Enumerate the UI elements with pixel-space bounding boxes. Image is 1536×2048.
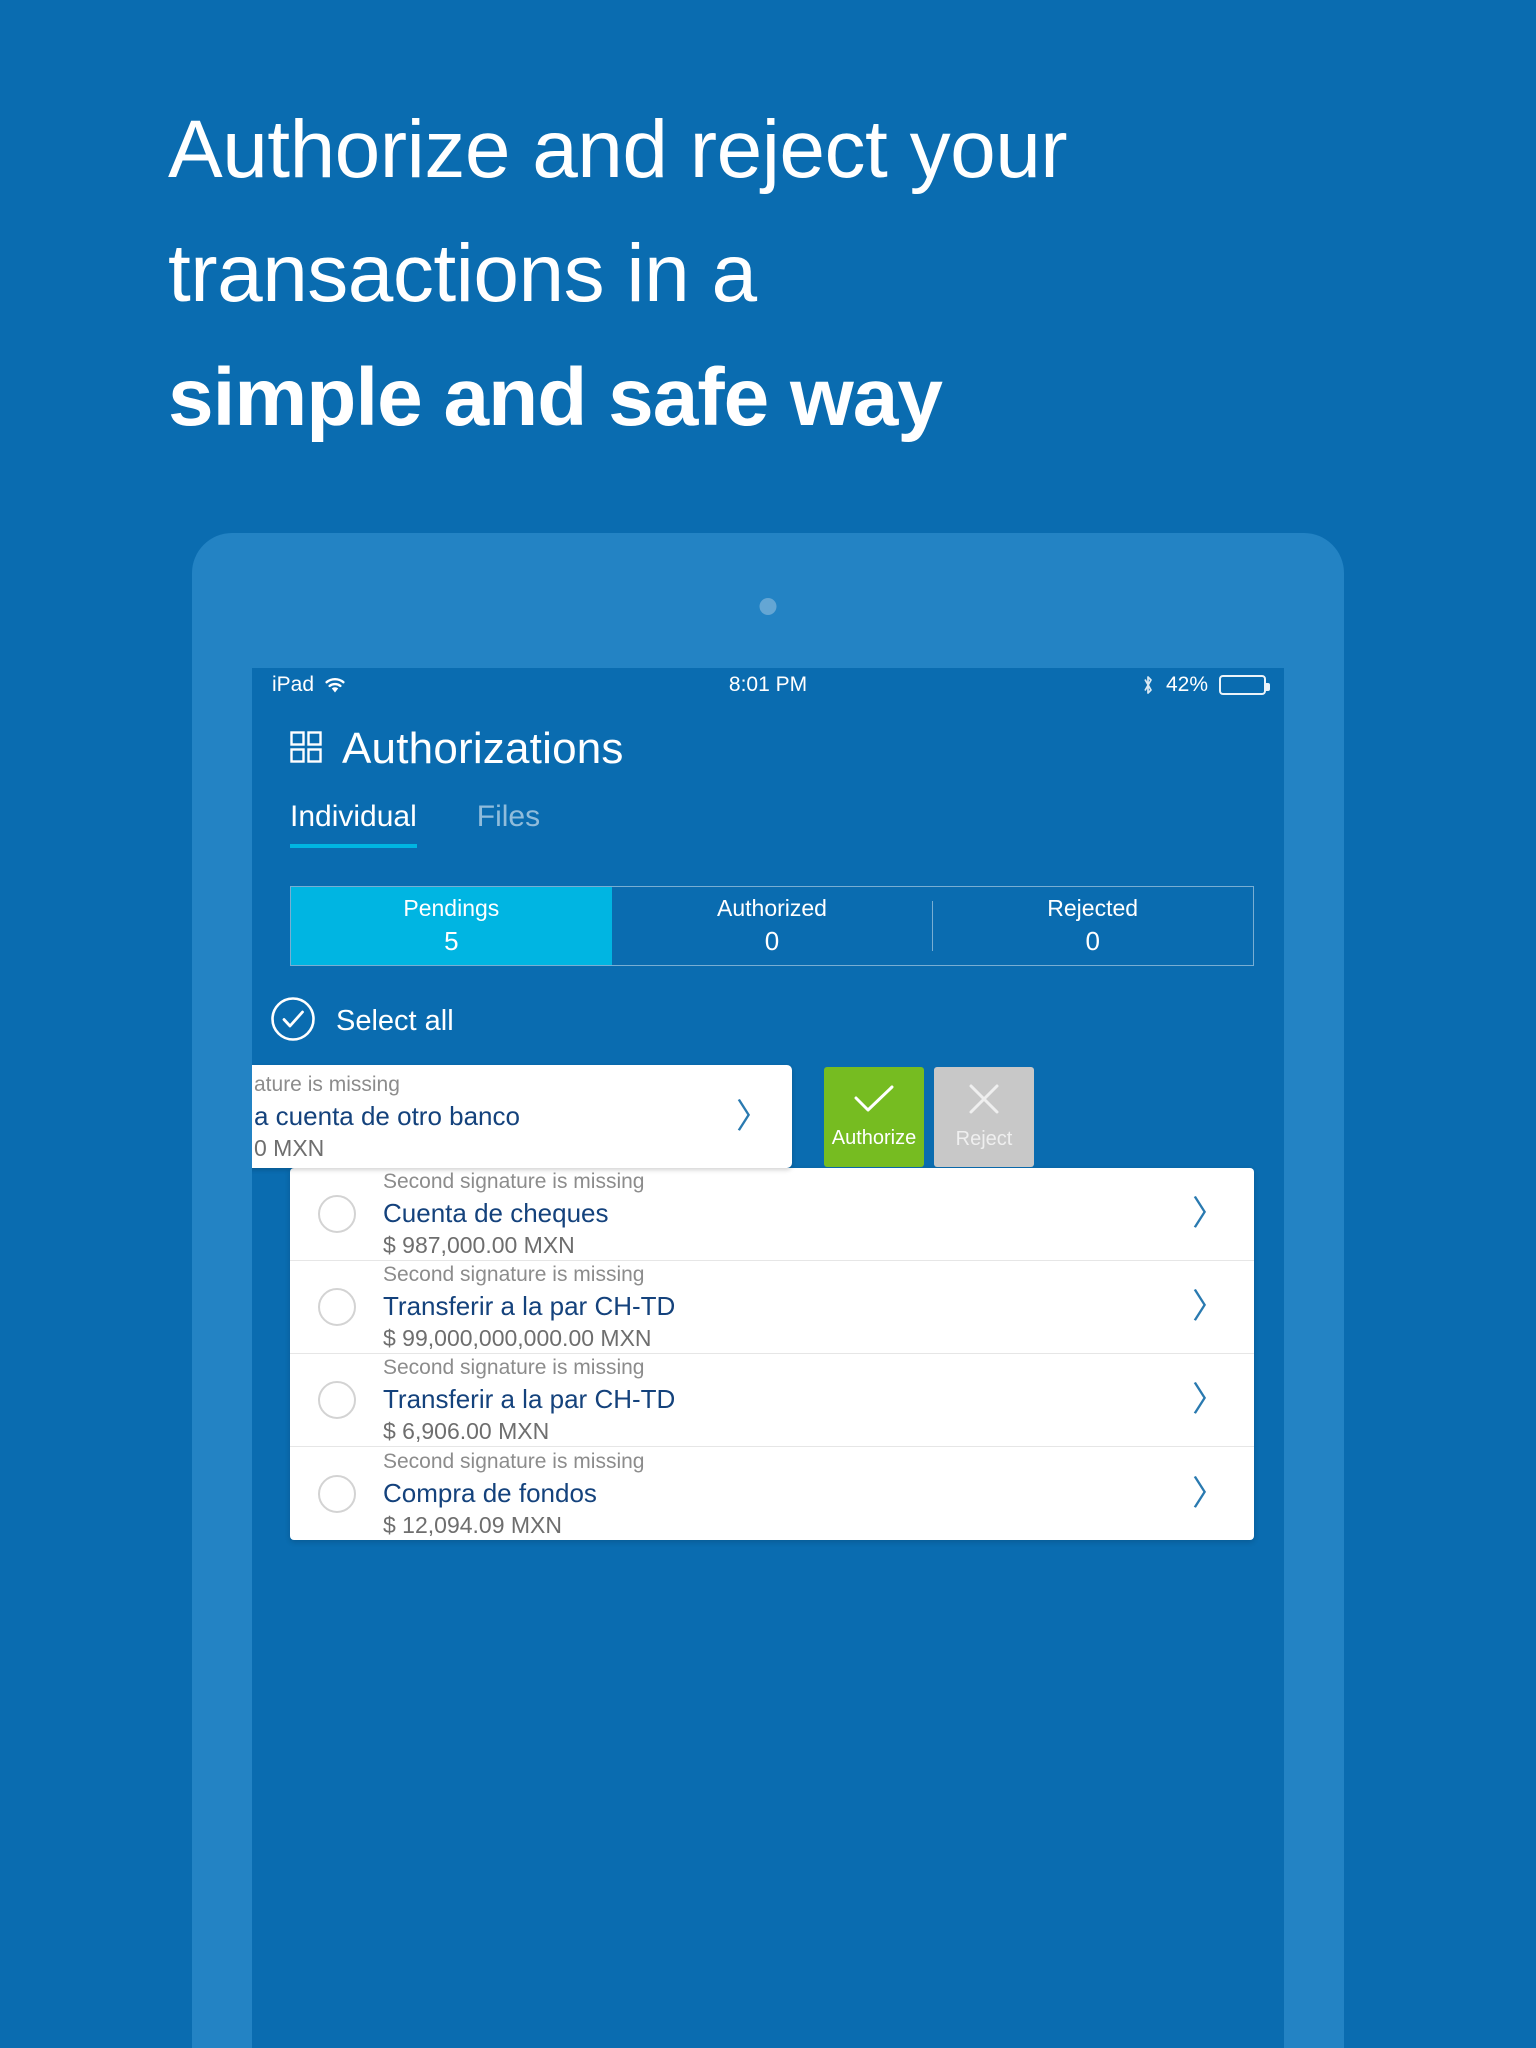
reject-button-label: Reject <box>955 1128 1013 1150</box>
authorize-button[interactable]: Authorize <box>824 1067 924 1167</box>
ipad-screen: iPad 8:01 PM 42% Authorizations Individu… <box>252 668 1284 2048</box>
check-circle-icon <box>270 996 316 1047</box>
swipe-action-buttons: Authorize Reject <box>824 1067 1034 1167</box>
transaction-status: Second signature is missing <box>383 1449 645 1473</box>
swiped-transaction-row: ature is missing a cuenta de otro banco … <box>252 1065 1284 1168</box>
segment-authorized-count: 0 <box>764 926 780 956</box>
page-title-row: Authorizations <box>290 724 1284 774</box>
segment-pendings-label: Pendings <box>403 895 500 921</box>
swiped-row-status: ature is missing <box>254 1072 400 1096</box>
segment-rejected-label: Rejected <box>1047 895 1139 921</box>
transaction-title: Transferir a la par CH-TD <box>383 1291 676 1321</box>
swiped-row-amount: 0 MXN <box>254 1134 325 1161</box>
swiped-row-title: a cuenta de otro banco <box>254 1100 520 1131</box>
table-row[interactable]: Second signature is missing Transferir a… <box>290 1261 1254 1354</box>
segment-rejected-count: 0 <box>1085 926 1100 956</box>
ipad-device-frame: iPad 8:01 PM 42% Authorizations Individu… <box>192 533 1344 2048</box>
tab-individual[interactable]: Individual <box>290 800 417 848</box>
transaction-details: Second signature is missing Cuenta de ch… <box>383 1169 1192 1259</box>
reject-button[interactable]: Reject <box>934 1067 1034 1167</box>
transaction-amount: $ 12,094.09 MXN <box>383 1511 563 1538</box>
promo-headline: Authorize and reject your transactions i… <box>168 88 1318 460</box>
chevron-right-icon[interactable]: 〉 <box>736 1100 770 1134</box>
segment-pendings[interactable]: Pendings 5 <box>291 887 612 965</box>
transaction-title: Transferir a la par CH-TD <box>383 1384 676 1414</box>
chevron-right-icon[interactable]: 〉 <box>1192 1290 1232 1324</box>
battery-percent-label: 42% <box>1165 673 1208 696</box>
transaction-details: Second signature is missing Transferir a… <box>383 1262 1192 1352</box>
page-title: Authorizations <box>342 724 624 773</box>
grid-icon <box>290 730 322 768</box>
segment-rejected[interactable]: Rejected 0 <box>932 887 1253 965</box>
tab-files[interactable]: Files <box>477 800 540 848</box>
status-bar-right: 42% <box>1141 673 1270 697</box>
select-all-label: Select all <box>336 1005 454 1037</box>
swiped-transaction-card[interactable]: ature is missing a cuenta de otro banco … <box>252 1065 792 1168</box>
battery-icon <box>1219 675 1270 695</box>
transaction-amount: $ 6,906.00 MXN <box>383 1418 550 1444</box>
segment-pendings-count: 5 <box>444 926 459 956</box>
headline-line-1: Authorize and reject your <box>168 104 1068 195</box>
chevron-right-icon[interactable]: 〉 <box>1192 1477 1232 1511</box>
transaction-list: Second signature is missing Cuenta de ch… <box>290 1168 1254 1540</box>
close-icon <box>966 1083 1002 1120</box>
transaction-status: Second signature is missing <box>383 1263 645 1286</box>
table-row[interactable]: Second signature is missing Cuenta de ch… <box>290 1168 1254 1261</box>
headline-line-3: simple and safe way <box>168 352 943 443</box>
check-icon <box>853 1084 895 1119</box>
tab-bar: Individual Files <box>290 800 1284 848</box>
segment-authorized[interactable]: Authorized 0 <box>612 887 933 965</box>
authorize-button-label: Authorize <box>831 1127 917 1149</box>
status-filter-segmented-control: Pendings 5 Authorized 0 Rejected 0 <box>290 886 1254 966</box>
transaction-status: Second signature is missing <box>383 1356 645 1379</box>
row-select-radio[interactable] <box>318 1195 356 1233</box>
chevron-right-icon[interactable]: 〉 <box>1192 1197 1232 1231</box>
bluetooth-icon <box>1141 674 1155 696</box>
row-select-radio[interactable] <box>318 1288 356 1326</box>
transaction-details: Second signature is missing Compra de fo… <box>383 1449 1192 1539</box>
transaction-amount: $ 987,000.00 MXN <box>383 1232 575 1258</box>
swiped-transaction-text: ature is missing a cuenta de otro banco … <box>254 1072 736 1162</box>
promo-page: Authorize and reject your transactions i… <box>0 0 1536 2048</box>
status-bar: iPad 8:01 PM 42% <box>252 668 1284 702</box>
chevron-right-icon[interactable]: 〉 <box>1192 1383 1232 1417</box>
table-row[interactable]: Second signature is missing Transferir a… <box>290 1354 1254 1447</box>
transaction-title: Cuenta de cheques <box>383 1198 609 1228</box>
clock-label: 8:01 PM <box>728 673 808 696</box>
select-all-row[interactable]: Select all <box>270 996 1284 1047</box>
transaction-details: Second signature is missing Transferir a… <box>383 1355 1192 1445</box>
table-row[interactable]: Second signature is missing Compra de fo… <box>290 1447 1254 1540</box>
transaction-status: Second signature is missing <box>383 1170 645 1193</box>
camera-icon <box>759 598 777 615</box>
row-select-radio[interactable] <box>318 1381 356 1419</box>
transaction-title: Compra de fondos <box>383 1477 597 1508</box>
app-header: Authorizations Individual Files <box>252 702 1284 848</box>
transaction-amount: $ 99,000,000,000.00 MXN <box>383 1325 652 1351</box>
segment-authorized-label: Authorized <box>717 895 827 921</box>
headline-line-2: transactions in a <box>168 228 757 319</box>
row-select-radio[interactable] <box>318 1474 356 1513</box>
